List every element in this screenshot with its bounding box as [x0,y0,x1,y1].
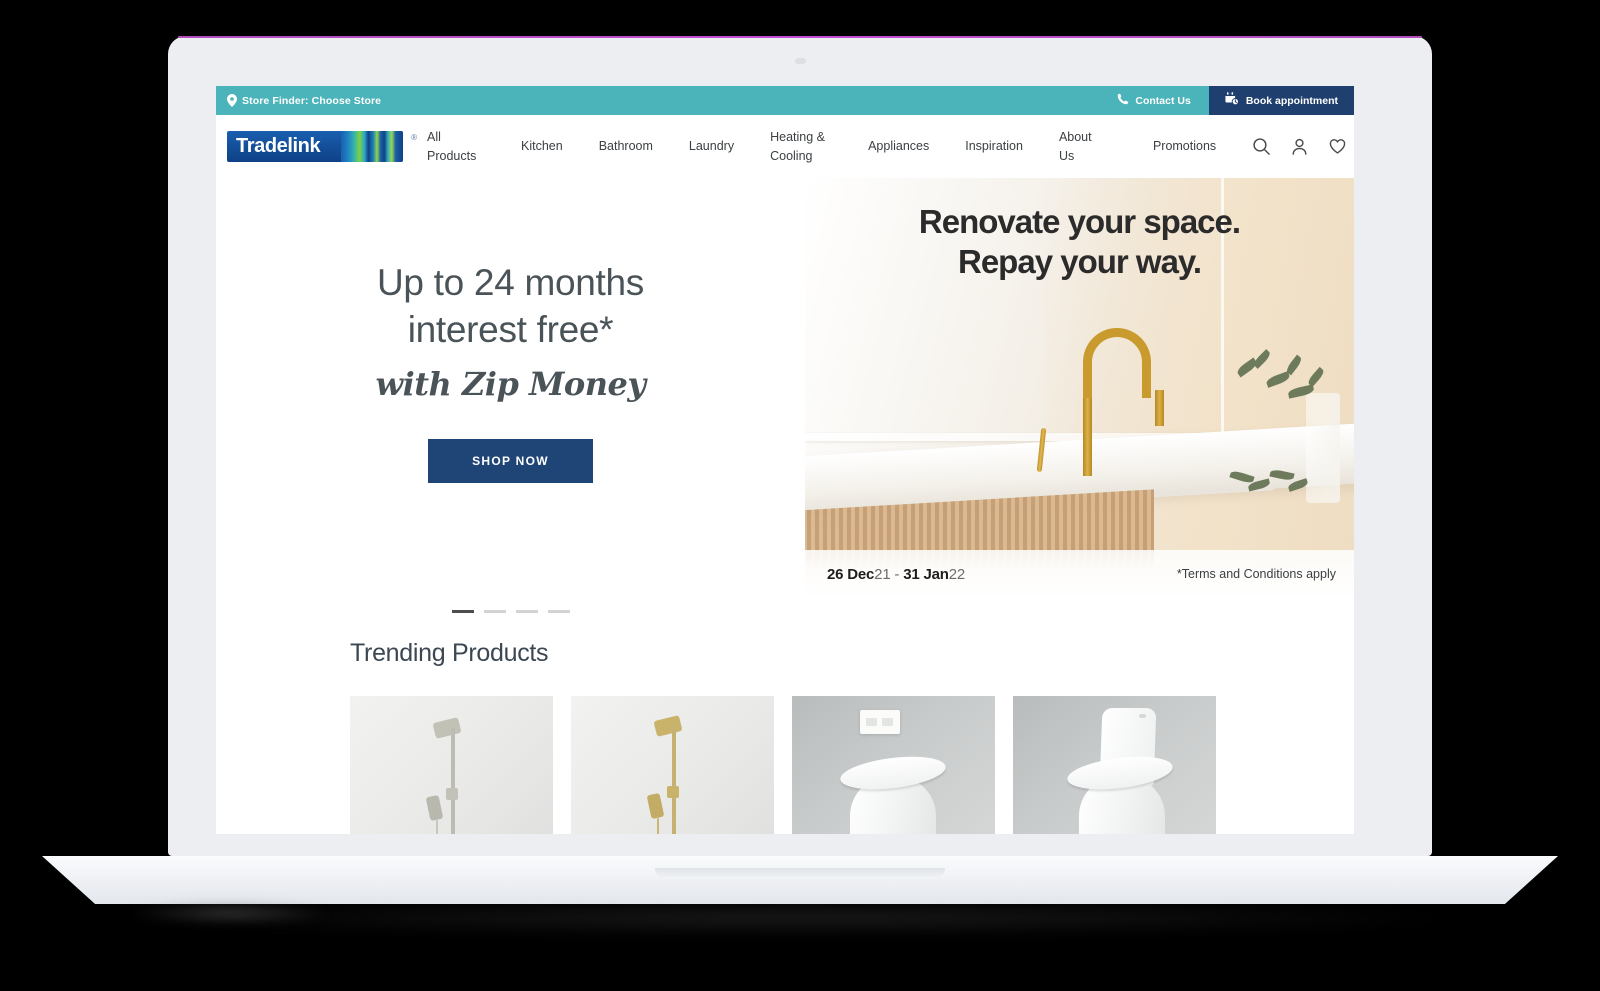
hero-headline-line1: Up to 24 months [377,261,644,303]
flush-button [1139,713,1147,718]
promo-date-start: 26 Dec [827,565,875,583]
promo-date-separator: - [890,565,904,583]
wishlist-heart-icon[interactable] [1328,137,1347,156]
contact-us-link[interactable]: Contact Us [1117,86,1208,115]
location-pin-icon [227,94,237,107]
nav-icon-group [1252,137,1354,156]
hero-copy-panel: Up to 24 months interest free* with Zip … [216,178,805,598]
toilet-seat-lid [838,751,948,794]
trending-products-section: Trending Products [216,613,1354,834]
main-navigation: Tradelink ® All Products Kitchen Bathroo… [216,115,1354,178]
nav-item-inspiration[interactable]: Inspiration [965,137,1023,155]
nav-item-kitchen[interactable]: Kitchen [521,137,563,155]
product-card-close-coupled-toilet-suite[interactable] [1013,695,1216,834]
nav-item-heating-cooling[interactable]: Heating & Cooling [770,128,832,164]
banner-headline: Renovate your space. Repay your way. [805,202,1354,283]
registered-trademark-mark: ® [411,133,417,142]
hero-banner-image[interactable]: Renovate your space. Repay your way. 26 … [805,178,1354,598]
terms-and-conditions-text: *Terms and Conditions apply [1176,567,1336,581]
hero-headline-line2: interest free* [407,309,614,350]
nav-item-laundry[interactable]: Laundry [689,137,734,155]
logo-text: Tradelink [236,135,321,157]
webcam-icon [795,58,806,64]
book-appointment-label: Book appointment [1245,94,1338,107]
product-card-shower-rail-brass[interactable] [571,695,774,834]
book-appointment-button[interactable]: Book appointment [1208,86,1354,115]
banner-footer: 26 Dec21 - 31 Jan22 *Terms and Condition… [805,550,1354,598]
contact-us-label: Contact Us [1135,94,1191,107]
utility-bar: Store Finder: Choose Store Contact Us Bo… [216,86,1354,115]
toilet-seat-lid [1065,751,1175,794]
promo-date-end-year: 22 [948,565,966,583]
hero-carousel-pagination [216,598,805,613]
nav-item-promotions[interactable]: Promotions [1153,137,1216,155]
store-finder-label: Store Finder: Choose Store [242,94,382,107]
store-finder-link[interactable]: Store Finder: Choose Store [227,94,381,107]
nav-item-bathroom[interactable]: Bathroom [599,137,653,155]
product-card-shower-rail-chrome[interactable] [350,695,553,834]
laptop-mockup-scene: Store Finder: Choose Store Contact Us Bo… [0,0,1600,991]
logo-stripes [341,131,403,162]
phone-icon [1117,93,1129,108]
hero-script-line: with Zip Money [375,365,646,404]
nav-item-appliances[interactable]: Appliances [868,137,929,155]
tradelink-logo[interactable]: Tradelink [227,131,403,162]
browser-screen: Store Finder: Choose Store Contact Us Bo… [216,86,1354,834]
banner-gold-tap [1036,328,1164,476]
logo-wrapper: Tradelink ® [227,131,417,162]
product-card-wall-faced-toilet-pan[interactable] [792,695,995,834]
promo-date-start-year: 21 [874,565,891,583]
product-grid [350,695,1354,834]
nav-links: All Products Kitchen Bathroom Laundry He… [427,128,1252,164]
utility-bar-right: Contact Us Book appointment [1117,86,1354,115]
carousel-dot-1[interactable] [451,610,474,613]
account-icon[interactable] [1290,137,1309,156]
search-icon[interactable] [1252,137,1271,156]
banner-headline-line1: Renovate your space. [918,203,1241,240]
trending-products-title: Trending Products [350,638,549,667]
promo-date-range: 26 Dec21 - 31 Jan22 [827,566,965,583]
lid-accent-line [178,36,1422,38]
calendar-clock-icon [1225,92,1239,109]
flush-plate [860,709,900,734]
banner-olive-branch [1226,349,1346,503]
promo-date-end: 31 Jan [903,565,949,583]
carousel-dot-3[interactable] [515,610,538,613]
nav-item-about-us[interactable]: About Us [1059,128,1117,164]
shop-now-button[interactable]: SHOP NOW [428,439,593,484]
laptop-base [42,856,1558,904]
laptop-shadow-accent [130,902,330,924]
nav-item-all-products[interactable]: All Products [427,128,485,164]
hero-section: Up to 24 months interest free* with Zip … [216,178,1354,598]
laptop-base-notch [655,868,945,879]
banner-headline-line2: Repay your way. [958,243,1202,281]
carousel-dot-2[interactable] [483,610,506,613]
carousel-dot-4[interactable] [547,610,570,613]
